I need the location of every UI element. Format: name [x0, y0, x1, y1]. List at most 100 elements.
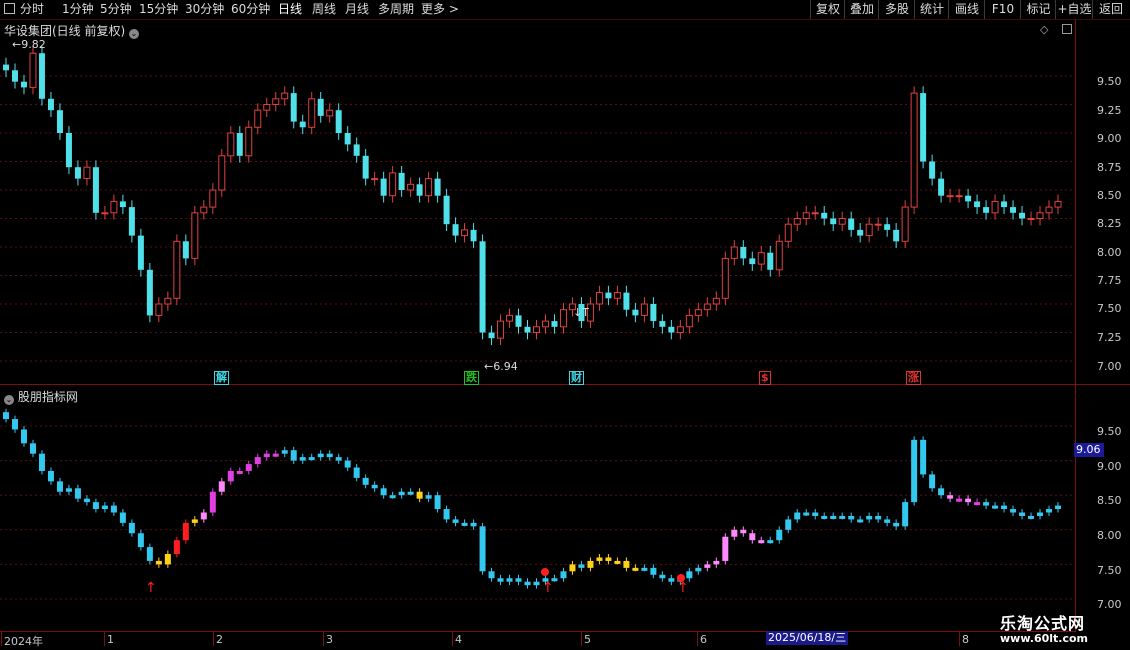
indicator-bar — [380, 488, 387, 496]
tab-9[interactable]: 多周期 — [378, 2, 414, 17]
indicator-bar — [110, 505, 117, 513]
indicator-bar — [1046, 509, 1053, 513]
indicator-bar — [830, 515, 837, 519]
candle — [362, 155, 369, 179]
tab-2[interactable]: 5分钟 — [100, 2, 132, 17]
toolbar-button-1[interactable]: 叠加 — [844, 0, 879, 19]
tab-3[interactable]: 15分钟 — [139, 2, 178, 17]
price-tick-label: 8.00 — [1097, 246, 1122, 259]
event-marker[interactable]: 财 — [569, 371, 584, 385]
toolbar-button-5[interactable]: F10 — [984, 0, 1021, 19]
indicator-bar — [461, 522, 468, 526]
candle — [749, 258, 756, 265]
event-marker[interactable]: 解 — [214, 371, 229, 385]
candle — [893, 229, 900, 242]
indicator-bar — [704, 564, 711, 568]
indicator-bar — [1037, 512, 1044, 516]
toolbar-button-4[interactable]: 画线 — [948, 0, 985, 19]
candle — [757, 252, 765, 265]
indicator-bar — [56, 481, 63, 492]
candle — [110, 200, 118, 214]
indicator-bar — [956, 498, 963, 502]
low-price-label: ←6.94 — [484, 360, 518, 373]
tab-6[interactable]: 日线 — [278, 2, 302, 17]
indicator-bar — [614, 560, 621, 564]
indicator-bar — [515, 578, 522, 582]
candle — [811, 212, 819, 215]
candle — [272, 98, 280, 106]
tab-0[interactable]: 分时 — [20, 2, 44, 17]
candle — [20, 81, 27, 88]
candle — [874, 223, 882, 226]
candle — [299, 121, 306, 128]
tab-1[interactable]: 1分钟 — [62, 2, 94, 17]
candle — [200, 206, 208, 214]
indicator-bar — [164, 554, 171, 565]
candle — [838, 218, 846, 225]
indicator-bar — [434, 495, 441, 510]
tab-5[interactable]: 60分钟 — [231, 2, 270, 17]
toolbar-button-8[interactable]: 返回 — [1092, 0, 1129, 19]
candle — [155, 303, 163, 316]
candle — [389, 172, 397, 197]
toolbar-button-6[interactable]: 标记 — [1020, 0, 1056, 19]
indicator-bar — [911, 439, 918, 503]
toolbar-button-3[interactable]: 统计 — [914, 0, 949, 19]
indicator-bar — [299, 457, 306, 461]
indicator-bar — [74, 488, 81, 499]
indicator-bar — [101, 505, 108, 510]
toolbar-button-2[interactable]: 多股 — [878, 0, 915, 19]
candle — [65, 133, 72, 168]
event-marker[interactable]: 涨 — [906, 371, 921, 385]
event-marker[interactable]: 跌 — [464, 371, 479, 385]
indicator-bar — [416, 491, 423, 499]
top-toolbar: 分时 1分钟 5分钟 15分钟 30分钟 60分钟 日线 周线 月线 多周期 更多 > 复权 叠加 多股… — [0, 0, 1130, 20]
indicator-bar — [254, 457, 261, 465]
indicator-bar — [632, 567, 639, 571]
tab-7[interactable]: 周线 — [312, 2, 336, 17]
indicator-chart[interactable]: ↑ ↑ ↑ — [0, 386, 1075, 631]
indicator-bar — [740, 529, 747, 534]
toolbar-button-0[interactable]: 复权 — [810, 0, 845, 19]
candle — [11, 70, 18, 82]
price-axis-divider — [1075, 20, 1076, 632]
indicator-bar — [722, 536, 729, 561]
time-axis-label: 2 — [216, 633, 223, 646]
candle — [308, 98, 316, 128]
candle — [668, 326, 675, 333]
candle — [730, 246, 738, 259]
indicator-bar — [443, 509, 450, 520]
window-menu-icon[interactable] — [4, 3, 15, 14]
tab-4[interactable]: 30分钟 — [185, 2, 224, 17]
indicator-bar — [947, 495, 954, 499]
indicator-bar — [1019, 512, 1026, 516]
tab-10[interactable]: 更多 > — [421, 2, 459, 17]
candle — [515, 315, 522, 327]
candle — [83, 166, 91, 180]
indicator-bar — [641, 567, 648, 571]
toolbar-button-7[interactable]: +自选 — [1055, 0, 1093, 19]
indicator-bar — [362, 477, 369, 485]
indicator-bar — [524, 581, 531, 586]
candle — [461, 229, 469, 237]
time-axis-separator — [697, 632, 698, 646]
candle — [983, 207, 990, 213]
candle — [848, 218, 855, 230]
candle — [1036, 212, 1044, 220]
price-tick-label: 7.50 — [1097, 302, 1122, 315]
candlestick-chart[interactable] — [0, 20, 1075, 385]
candle — [974, 201, 981, 208]
indicator-tick-label: 9.00 — [1097, 460, 1122, 473]
time-axis-label: 8 — [962, 633, 969, 646]
event-marker[interactable]: $ — [759, 371, 771, 385]
price-tick-label: 9.00 — [1097, 132, 1122, 145]
candle — [613, 292, 621, 299]
candle — [119, 201, 126, 208]
indicator-tick-label: 7.50 — [1097, 564, 1122, 577]
time-axis-separator — [581, 632, 582, 646]
candle — [901, 206, 909, 242]
indicator-bar — [497, 578, 504, 582]
indicator-bar — [182, 522, 189, 541]
tab-8[interactable]: 月线 — [345, 2, 369, 17]
indicator-bar — [983, 502, 990, 506]
